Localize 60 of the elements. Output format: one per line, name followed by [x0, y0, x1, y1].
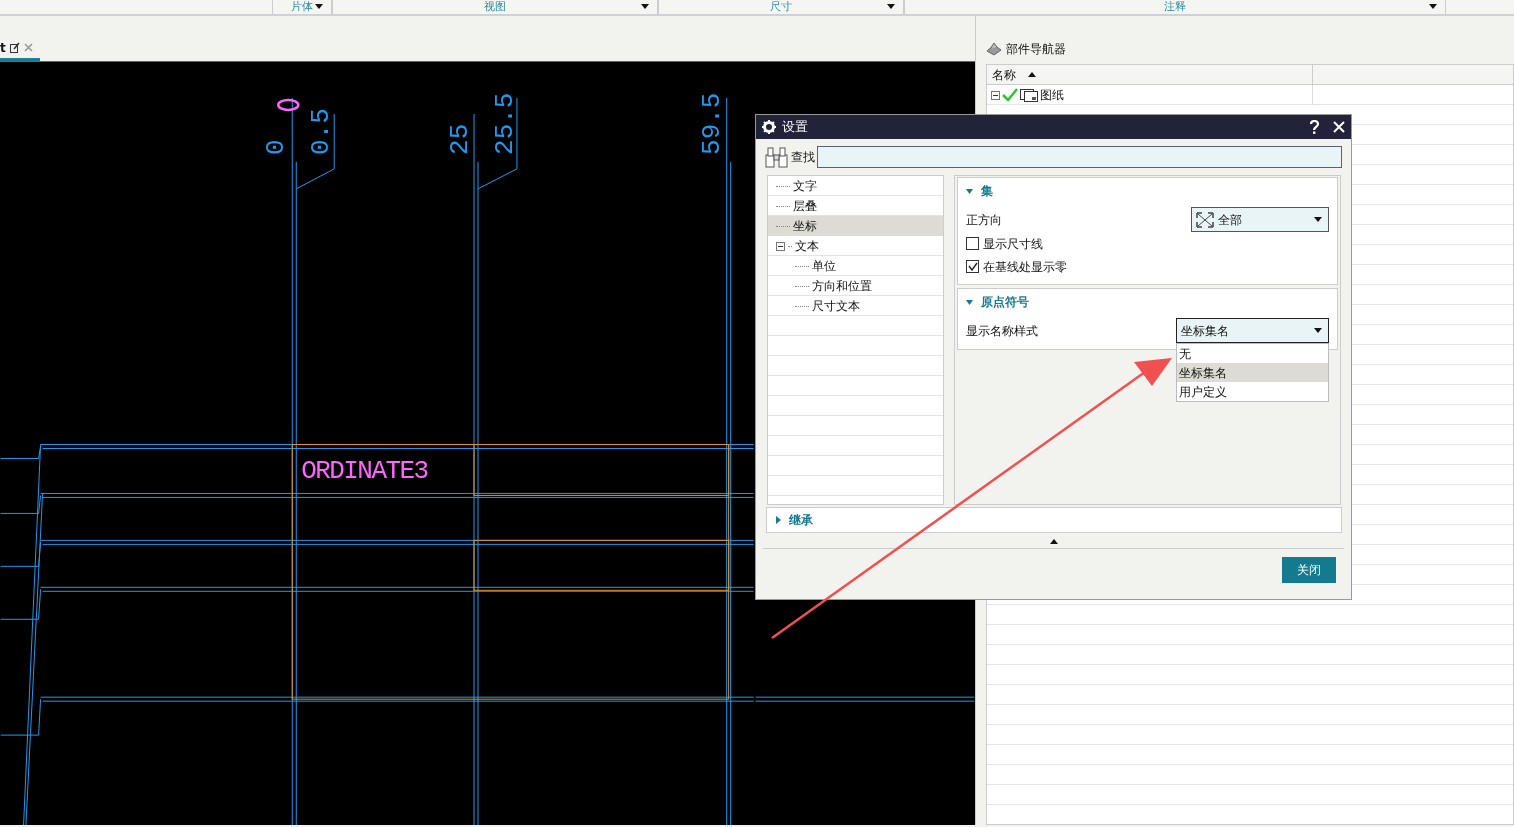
dialog-title: 设置 — [782, 118, 809, 137]
close-icon[interactable] — [1333, 121, 1345, 133]
search-label: 查找 — [791, 149, 815, 166]
tree-item[interactable]: 方向和位置 — [768, 276, 943, 296]
field-label: 正方向 — [966, 211, 1003, 229]
ribbon-group-label[interactable]: 片体 — [291, 0, 313, 14]
checkbox[interactable] — [966, 260, 979, 273]
binoculars-icon — [765, 146, 789, 168]
section-title[interactable]: 继承 — [789, 511, 813, 529]
part-icon — [986, 42, 1002, 56]
column-header[interactable]: 名称 — [992, 65, 1016, 84]
close-button[interactable]: 关闭 — [1282, 557, 1336, 583]
sheet-icon — [1020, 88, 1038, 102]
expand-triangle-icon[interactable] — [966, 188, 973, 194]
sort-arrow-icon — [1028, 72, 1036, 77]
expander-icon[interactable] — [776, 241, 785, 251]
dropdown-caret-icon — [887, 4, 895, 9]
collapse-caret-icon[interactable] — [1049, 539, 1058, 544]
dropdown-option[interactable]: 用户定义 — [1177, 382, 1328, 401]
ribbon-group-label[interactable]: 注释 — [1164, 0, 1186, 14]
panel-title: 部件导航器 — [1006, 41, 1066, 58]
checkbox[interactable] — [966, 237, 979, 250]
ribbon-group-label[interactable]: 尺寸 — [770, 0, 792, 14]
tree-item[interactable]: 坐标 — [768, 216, 943, 236]
dropdown-option[interactable]: 无 — [1177, 344, 1328, 363]
expand-triangle-icon[interactable] — [966, 299, 973, 305]
dimension-label: 0 — [261, 139, 292, 155]
settings-icon — [762, 120, 776, 134]
tree-item[interactable]: 文本 — [768, 236, 943, 256]
checkmark-icon — [967, 262, 978, 271]
ribbon-group-label[interactable]: 视图 — [484, 0, 506, 14]
tree-item[interactable]: 尺寸文本 — [768, 296, 943, 316]
dimension-label: 59.5 — [696, 92, 727, 155]
dropdown-caret-icon — [1314, 328, 1322, 333]
checkbox-label: 显示尺寸线 — [983, 235, 1043, 253]
tree-item[interactable]: 文字 — [768, 176, 943, 196]
expander-icon[interactable] — [991, 90, 1000, 100]
section-title[interactable]: 集 — [981, 182, 993, 200]
field-label: 显示名称样式 — [966, 322, 1039, 340]
dropdown-caret-icon — [315, 4, 323, 9]
tree-item[interactable]: 层叠 — [768, 196, 943, 216]
dimension-label: 25.5 — [489, 92, 520, 155]
arrows-icon — [1196, 211, 1214, 228]
dropdown-option[interactable]: 坐标集名 — [1177, 363, 1328, 382]
help-icon — [1309, 120, 1319, 134]
checkbox-label: 在基线处显示零 — [983, 258, 1067, 276]
tree-item[interactable]: 单位 — [768, 256, 943, 276]
dimension-label: 25 — [445, 123, 476, 155]
dimension-label: 0.5 — [306, 108, 337, 155]
dropdown[interactable]: 全部 — [1191, 207, 1329, 232]
close-icon — [23, 43, 33, 52]
table-text: ORDINATE3 — [301, 456, 430, 487]
dropdown-caret-icon — [1314, 217, 1322, 222]
edit-icon — [9, 42, 20, 53]
dropdown-caret-icon — [1429, 4, 1437, 9]
dropdown-caret-icon — [641, 4, 649, 9]
section-title[interactable]: 原点符号 — [981, 293, 1029, 311]
search-field[interactable] — [817, 146, 1342, 168]
tree-item-label[interactable]: 图纸 — [1040, 86, 1064, 104]
expand-triangle-icon[interactable] — [776, 516, 781, 524]
